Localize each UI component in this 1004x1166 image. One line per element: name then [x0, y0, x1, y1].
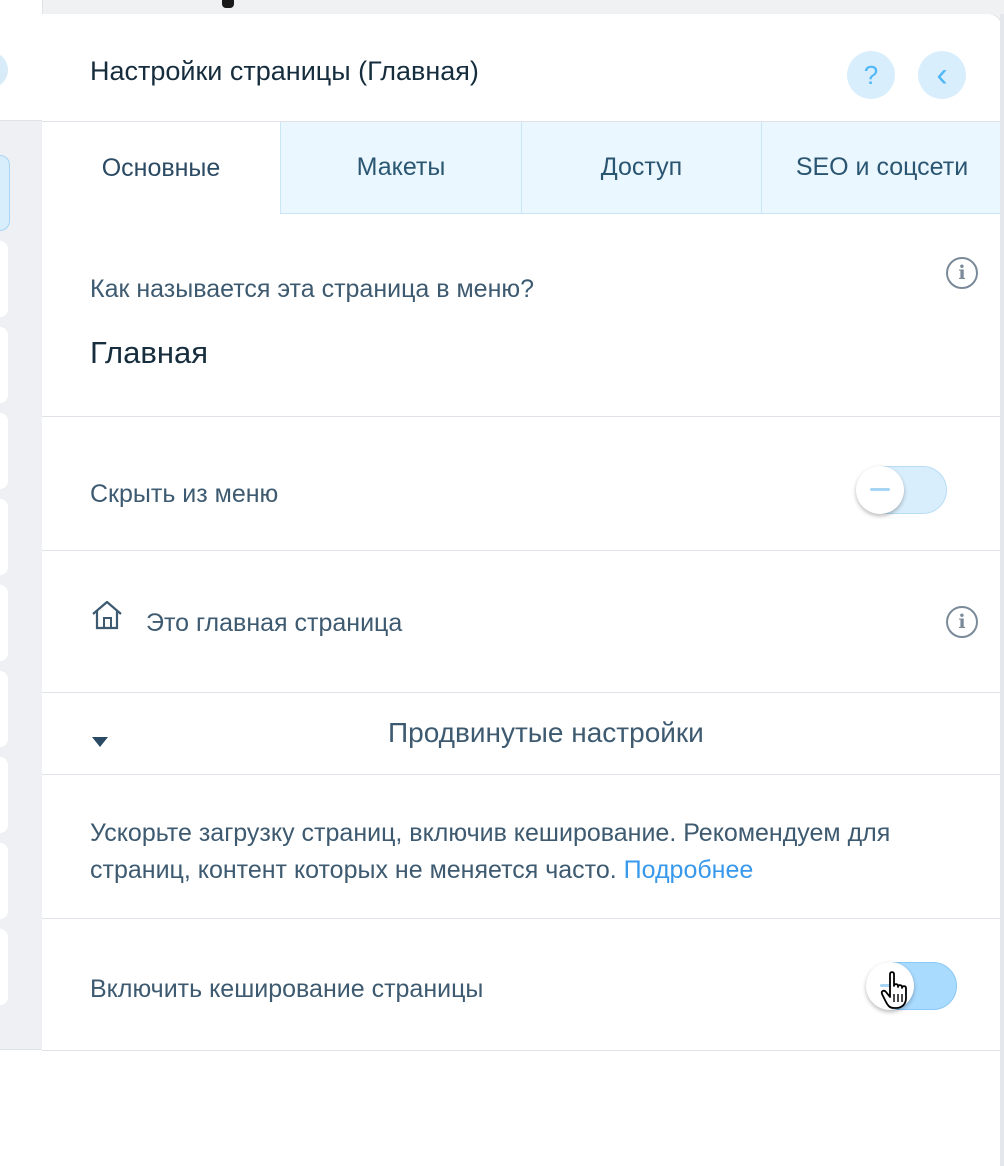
panel-header: Настройки страницы (Главная) ? ‹ — [42, 14, 1002, 122]
caching-toggle-label: Включить кеширование страницы — [90, 975, 484, 1003]
background-page-item — [0, 499, 8, 575]
background-page-item — [0, 671, 8, 747]
caching-description-text: Ускорьте загрузку страниц, включив кешир… — [90, 819, 891, 884]
home-page-label: Это главная страница — [146, 609, 403, 637]
tab-general[interactable]: Основные — [42, 122, 280, 214]
background-page-list — [0, 0, 43, 1166]
background-page-item — [0, 241, 8, 317]
background-page-item — [0, 843, 8, 919]
caching-description: Ускорьте загрузку страниц, включив кешир… — [90, 815, 950, 889]
background-edge — [1000, 14, 1004, 1166]
home-icon — [92, 600, 122, 630]
background-add-button-edge — [0, 52, 8, 88]
background-page-item — [0, 585, 8, 661]
background-selected-page-item — [0, 155, 10, 231]
menu-name-question: Как называется эта страница в меню? — [90, 275, 535, 303]
tab-access[interactable]: Доступ — [521, 122, 761, 214]
tab-seo-social[interactable]: SEO и соцсети — [761, 122, 1002, 214]
caching-description-section: Ускорьте загрузку страниц, включив кешир… — [42, 775, 1002, 919]
advanced-settings-label: Продвинутые настройки — [388, 717, 704, 748]
background-page-item — [0, 413, 8, 489]
hide-from-menu-row: Скрыть из меню — [42, 417, 1002, 551]
info-icon[interactable]: i — [946, 257, 978, 289]
hide-from-menu-toggle[interactable] — [856, 466, 947, 514]
learn-more-link[interactable]: Подробнее — [624, 856, 754, 884]
toggle-knob — [856, 466, 904, 514]
caret-down-icon — [92, 737, 108, 747]
menu-name-section: Как называется эта страница в меню? i Гл… — [42, 215, 1002, 417]
background-fragment — [222, 0, 234, 8]
advanced-settings-header[interactable]: Продвинутые настройки — [42, 693, 1002, 775]
hide-from-menu-label: Скрыть из меню — [90, 480, 279, 508]
question-mark-icon: ? — [863, 60, 879, 90]
background-page-item — [0, 929, 8, 1005]
back-button[interactable]: ‹ — [918, 51, 966, 99]
home-page-row: Это главная страница i — [42, 551, 1002, 693]
background-page-item — [0, 757, 8, 833]
info-icon[interactable]: i — [946, 606, 978, 638]
background-page-item — [0, 327, 8, 403]
menu-name-input[interactable]: Главная — [90, 335, 208, 371]
hand-cursor-icon — [880, 971, 907, 1009]
chevron-left-icon: ‹ — [936, 56, 948, 94]
tab-layouts[interactable]: Макеты — [280, 122, 521, 214]
caching-toggle-row: Включить кеширование страницы — [42, 919, 1002, 1051]
settings-tabs: Основные Макеты Доступ SEO и соцсети — [42, 122, 1002, 215]
panel-title: Настройки страницы (Главная) — [90, 56, 479, 86]
page-settings-panel: Настройки страницы (Главная) ? ‹ Основны… — [42, 14, 1002, 1166]
help-button[interactable]: ? — [847, 51, 895, 99]
